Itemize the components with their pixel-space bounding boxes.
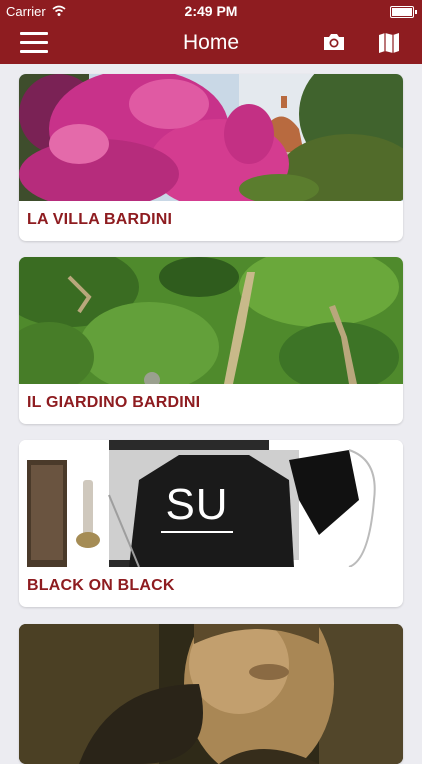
status-time: 2:49 PM [184,3,238,19]
nav-bar: Home [0,22,422,64]
card-image [19,257,403,384]
card-villa-bardini[interactable]: LA VILLA BARDINI [19,74,403,241]
status-bar: Carrier 2:49 PM [0,0,422,22]
battery-icon [390,6,417,18]
card-image: SU [19,440,403,567]
card-portrait[interactable] [19,624,403,764]
page-title: Home [182,31,240,54]
card-giardino-bardini[interactable]: IL GIARDINO BARDINI [19,257,403,424]
card-image-text: SU [165,480,229,529]
camera-icon[interactable] [322,32,346,52]
card-title: BLACK ON BLACK [27,577,175,594]
card-title: LA VILLA BARDINI [27,211,173,228]
card-black-on-black[interactable]: SU BLACK ON BLACK [19,440,403,607]
map-icon[interactable] [378,32,400,54]
card-image [19,74,403,201]
card-title: IL GIARDINO BARDINI [27,394,201,411]
card-image [19,624,403,764]
